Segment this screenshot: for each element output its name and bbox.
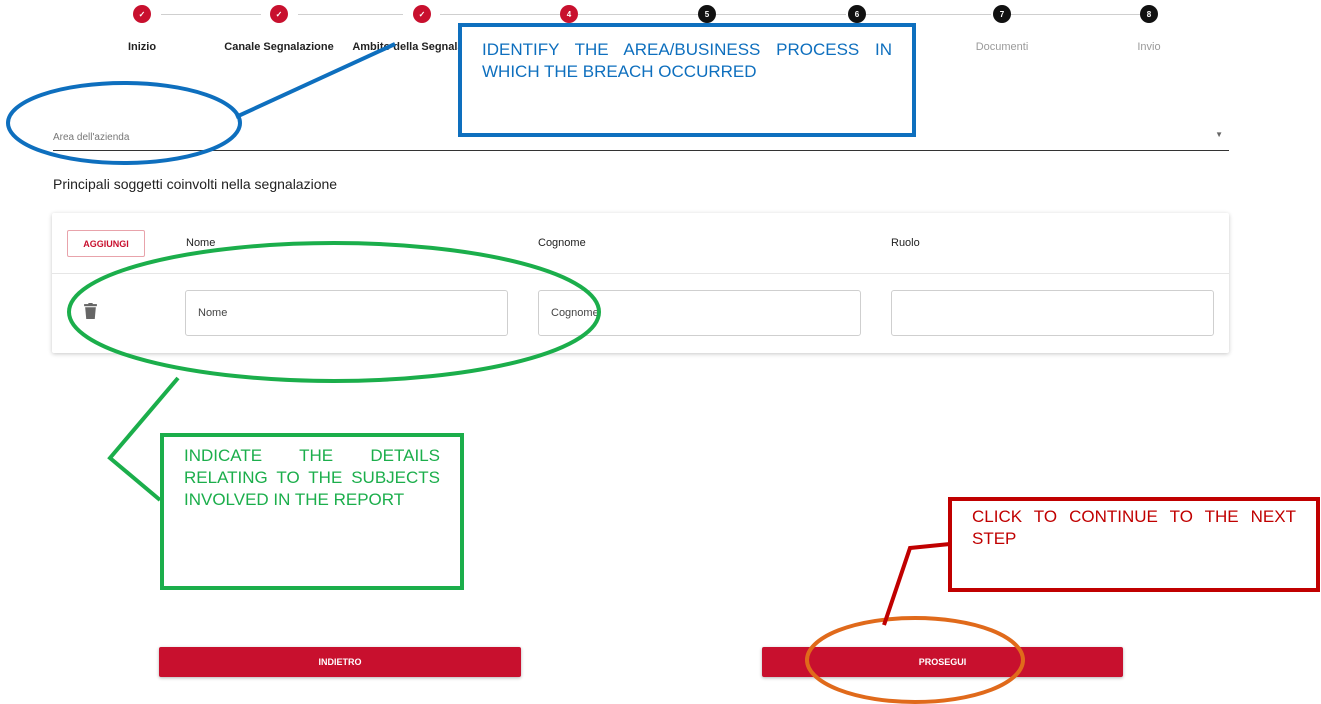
trash-icon[interactable] (84, 303, 97, 319)
step-1-check-icon[interactable]: ✓ (133, 5, 151, 23)
step-2-label: Canale Segnalazione (224, 41, 334, 53)
back-button[interactable]: INDIETRO (159, 647, 521, 677)
step-connector (298, 14, 403, 15)
section-title: Principali soggetti coinvolti nella segn… (53, 176, 338, 192)
column-header-cognome: Cognome (538, 237, 586, 249)
step-7-indicator: 7 (993, 5, 1011, 23)
annotation-continue-note: CLICK TO CONTINUE TO THE NEXT STEP (948, 497, 1320, 592)
column-header-ruolo: Ruolo (891, 237, 920, 249)
column-header-nome: Nome (186, 237, 216, 249)
step-connector (1010, 14, 1140, 15)
table-header: AGGIUNGI Nome Cognome Ruolo (52, 213, 1229, 274)
area-select-placeholder: Area dell'azienda (53, 132, 130, 143)
step-5-indicator: 5 (698, 5, 716, 23)
step-2-check-icon[interactable]: ✓ (270, 5, 288, 23)
step-connector (578, 14, 698, 15)
step-connector (716, 14, 846, 15)
caret-down-icon: ▼ (1215, 130, 1223, 139)
step-6-indicator: 6 (848, 5, 866, 23)
subjects-table: AGGIUNGI Nome Cognome Ruolo (52, 213, 1229, 353)
step-connector (866, 14, 991, 15)
red-callout-line (882, 542, 951, 626)
annotation-subjects-note: INDICATE THE DETAILS RELATING TO THE SUB… (160, 433, 464, 590)
step-8-indicator: 8 (1140, 5, 1158, 23)
ruolo-input[interactable] (891, 290, 1214, 336)
step-8-label: Invio (1137, 41, 1161, 53)
continue-button[interactable]: PROSEGUI (762, 647, 1123, 677)
step-7-label: Documenti (975, 41, 1029, 53)
step-1-label: Inizio (127, 41, 157, 53)
step-connector (440, 14, 560, 15)
add-subject-button[interactable]: AGGIUNGI (67, 230, 145, 257)
step-4-indicator[interactable]: 4 (560, 5, 578, 23)
step-3-check-icon[interactable]: ✓ (413, 5, 431, 23)
step-connector (161, 14, 261, 15)
cognome-input[interactable] (538, 290, 861, 336)
nome-input[interactable] (185, 290, 508, 336)
annotation-area-note: IDENTIFY THE AREA/BUSINESS PROCESS IN WH… (458, 23, 916, 137)
